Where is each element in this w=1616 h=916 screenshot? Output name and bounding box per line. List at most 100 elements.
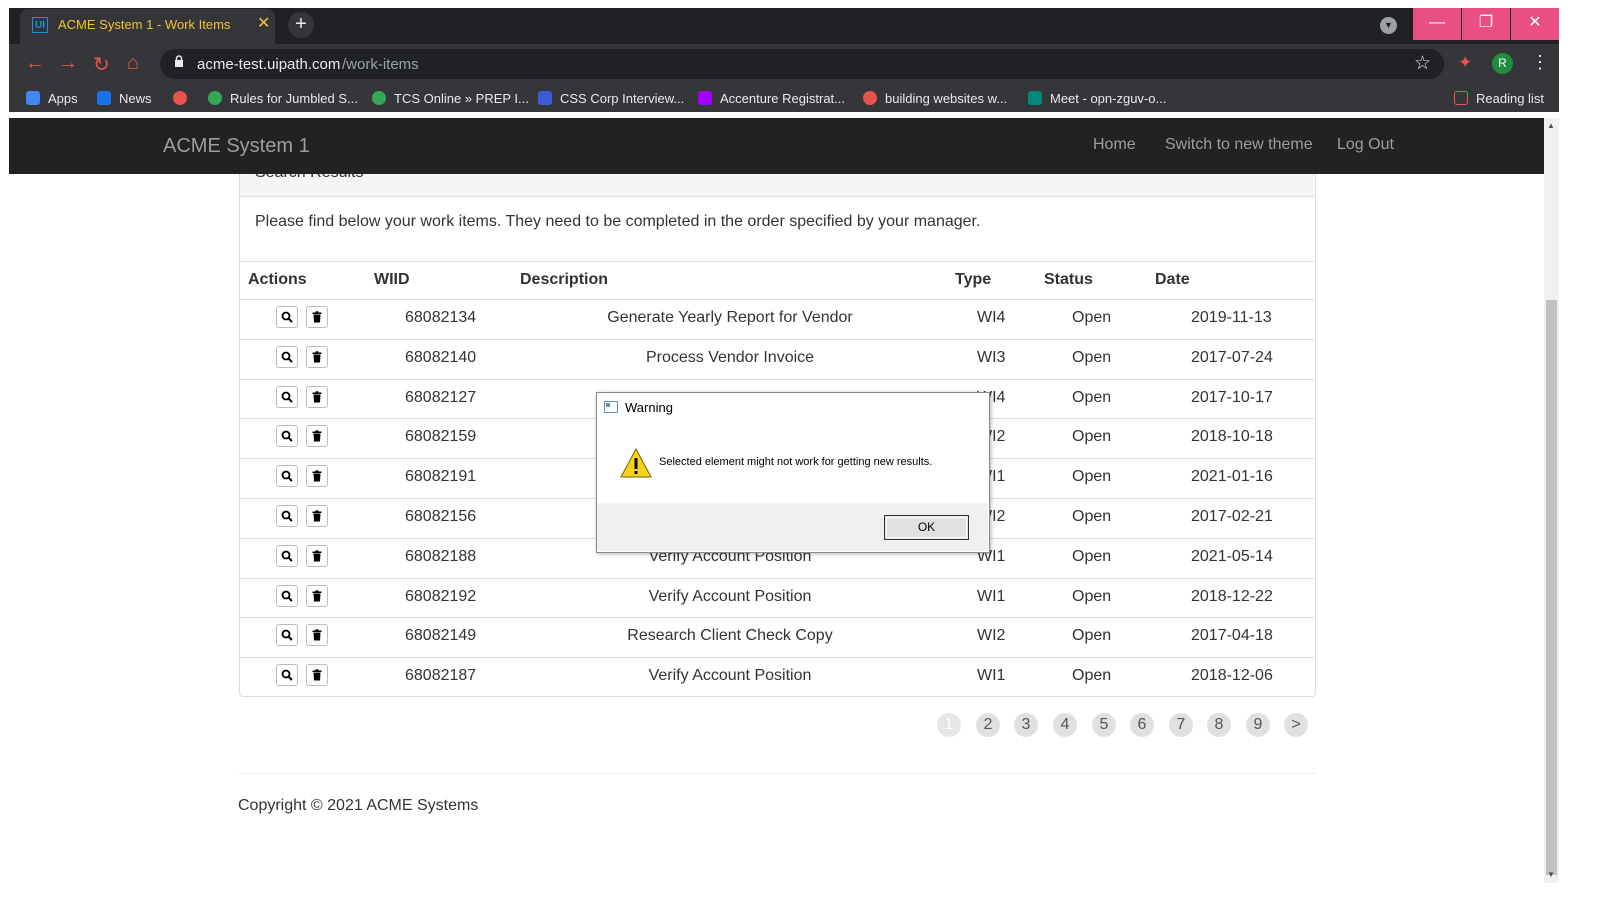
next-page-button[interactable]: > xyxy=(1284,713,1308,737)
back-icon[interactable]: ← xyxy=(25,52,45,75)
bookmark-meet[interactable]: Meet - opn-zguv-o... xyxy=(1028,90,1166,106)
delete-item-button[interactable] xyxy=(306,584,328,607)
cell-date: 2019-11-13 xyxy=(1191,309,1272,326)
cell-status: Open xyxy=(1072,309,1112,326)
cell-wiid: 68082156 xyxy=(405,508,477,525)
cell-status: Open xyxy=(1072,667,1112,685)
bookmark-css-corp[interactable]: CSS Corp Interview... xyxy=(538,90,684,106)
nav-logout-link[interactable]: Log Out xyxy=(1337,136,1394,154)
cell-date: 2017-10-17 xyxy=(1191,388,1273,406)
page-5-button[interactable]: 5 xyxy=(1092,713,1116,737)
bookmark-gear[interactable] xyxy=(173,90,195,106)
cell-description: Process Vendor Invoice xyxy=(645,348,815,366)
bookmark-accenture[interactable]: Accenture Registrat... xyxy=(698,90,845,106)
view-item-button[interactable] xyxy=(276,385,298,408)
bookmark-building-websites[interactable]: building websites w... xyxy=(863,90,1007,106)
view-item-button[interactable] xyxy=(276,465,298,488)
bookmark-apps[interactable]: Apps xyxy=(26,90,78,106)
col-header-status: Status xyxy=(1044,271,1093,288)
window-minimize-button[interactable]: — xyxy=(1413,8,1461,40)
nav-switch-theme-link[interactable]: Switch to new theme xyxy=(1165,136,1313,154)
page-8-button[interactable]: 8 xyxy=(1207,713,1231,737)
panel-title: Search Results xyxy=(255,174,364,182)
cell-status: Open xyxy=(1072,547,1112,565)
cell-description: Verify Account Position xyxy=(648,667,812,685)
delete-item-button[interactable] xyxy=(306,345,328,368)
home-icon[interactable]: ⌂ xyxy=(127,52,139,75)
view-item-button[interactable] xyxy=(276,505,298,527)
page-1-button[interactable]: 1 xyxy=(937,713,961,737)
window-restore-button[interactable]: ❐ xyxy=(1462,8,1510,40)
cell-type: WI3 xyxy=(977,348,1006,366)
page-2-button[interactable]: 2 xyxy=(976,713,1000,737)
scroll-down-icon[interactable]: ▼ xyxy=(1547,870,1555,879)
apps-grid-icon xyxy=(26,91,40,105)
page-4-button[interactable]: 4 xyxy=(1053,713,1077,737)
delete-item-button[interactable] xyxy=(306,544,328,567)
cell-status: Open xyxy=(1072,627,1112,645)
warning-triangle-icon xyxy=(620,448,652,478)
browser-menu-icon[interactable]: ⋮ xyxy=(1531,52,1549,73)
new-tab-button[interactable]: + xyxy=(288,12,314,38)
delete-item-button[interactable] xyxy=(306,425,328,448)
scroll-up-icon[interactable]: ▲ xyxy=(1547,121,1555,130)
cell-date: 2018-12-06 xyxy=(1191,667,1273,685)
page-6-button[interactable]: 6 xyxy=(1130,713,1154,737)
site-brand[interactable]: ACME System 1 xyxy=(163,135,310,158)
table-row: 68082192 Verify Account Position WI1 Open 20… xyxy=(240,577,1314,618)
forward-icon[interactable]: → xyxy=(58,52,78,75)
profile-avatar[interactable]: R xyxy=(1492,53,1513,74)
tab-title: ACME System 1 - Work Items xyxy=(58,17,231,32)
cell-wiid: 68082140 xyxy=(405,348,477,366)
cell-date: 2017-02-21 xyxy=(1191,508,1273,525)
page-9-button[interactable]: 9 xyxy=(1246,713,1270,737)
table-row: 68082134 Generate Yearly Report for Vendo… xyxy=(240,299,1314,339)
window-close-button[interactable]: ✕ xyxy=(1511,8,1559,40)
bookmark-news[interactable]: News xyxy=(97,90,152,106)
table-row: 68082187 Verify Account Position WI1 Open 20… xyxy=(240,657,1314,697)
prep-icon xyxy=(372,91,386,105)
reading-list-icon xyxy=(1454,91,1468,105)
tab-close-icon[interactable]: ✕ xyxy=(257,13,270,33)
view-item-button[interactable] xyxy=(276,306,298,328)
delete-item-button[interactable] xyxy=(306,465,328,488)
view-item-button[interactable] xyxy=(276,664,298,687)
page-3-button[interactable]: 3 xyxy=(1014,713,1038,737)
view-item-button[interactable] xyxy=(276,624,298,647)
accenture-icon xyxy=(698,91,712,105)
view-item-button[interactable] xyxy=(276,584,298,607)
scrollbar-thumb[interactable] xyxy=(1546,300,1557,875)
extensions-puzzle-icon[interactable]: ✦ xyxy=(1458,53,1472,73)
cell-description: Generate Yearly Report for Vendor xyxy=(607,309,853,326)
panel-heading: Search Results xyxy=(240,174,1314,197)
copyright-text: Copyright © 2021 ACME Systems xyxy=(238,797,479,814)
bookmark-tcs-online[interactable]: TCS Online » PREP I... xyxy=(372,90,529,106)
table-divider xyxy=(240,261,1314,262)
view-item-button[interactable] xyxy=(276,544,298,567)
col-header-wiid: WIID xyxy=(374,271,410,288)
delete-item-button[interactable] xyxy=(306,624,328,647)
bookmark-rules-jumbled[interactable]: Rules for Jumbled S... xyxy=(208,90,358,106)
cell-date: 2017-07-24 xyxy=(1191,348,1273,366)
delete-item-button[interactable] xyxy=(306,385,328,408)
delete-item-button[interactable] xyxy=(306,505,328,527)
news-icon xyxy=(97,91,111,105)
cell-wiid: 68082149 xyxy=(405,627,477,645)
ok-button[interactable]: OK xyxy=(884,515,969,540)
view-item-button[interactable] xyxy=(276,425,298,448)
page-7-button[interactable]: 7 xyxy=(1169,713,1193,737)
table-row: 68082149 Research Client Check Copy WI2 Ope… xyxy=(240,617,1314,657)
tab-search-icon[interactable]: ▼ xyxy=(1380,17,1397,34)
nav-home-link[interactable]: Home xyxy=(1093,136,1136,154)
reading-list-button[interactable]: Reading list xyxy=(1454,90,1544,106)
window-app-icon xyxy=(604,401,618,413)
delete-item-button[interactable] xyxy=(306,664,328,687)
footer-divider xyxy=(238,773,1316,774)
cell-date: 2021-05-14 xyxy=(1191,547,1273,565)
delete-item-button[interactable] xyxy=(306,306,328,328)
view-item-button[interactable] xyxy=(276,345,298,368)
cell-status: Open xyxy=(1072,348,1112,366)
reload-icon[interactable]: ↻ xyxy=(93,52,110,77)
cell-status: Open xyxy=(1072,468,1112,486)
bookmark-star-icon[interactable]: ☆ xyxy=(1414,52,1431,75)
